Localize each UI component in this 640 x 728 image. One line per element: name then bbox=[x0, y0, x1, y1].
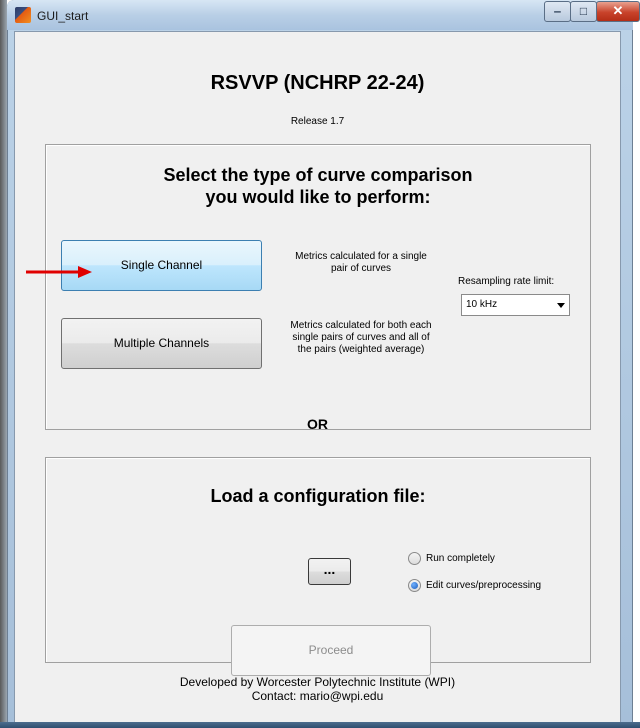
multiple-channels-button[interactable]: Multiple Channels bbox=[61, 318, 262, 369]
browse-button[interactable]: ... bbox=[308, 558, 351, 585]
radio-run-label: Run completely bbox=[426, 553, 495, 565]
comparison-heading-line2: you would like to perform: bbox=[205, 187, 431, 207]
resampling-rate-value: 10 kHz bbox=[466, 299, 498, 310]
resampling-rate-dropdown[interactable]: 10 kHz bbox=[461, 294, 570, 316]
resampling-rate-label: Resampling rate limit: bbox=[458, 276, 555, 287]
desktop-edge bbox=[0, 0, 7, 728]
proceed-button[interactable]: Proceed bbox=[231, 625, 431, 676]
release-label: Release 1.7 bbox=[290, 116, 345, 127]
app-title: RSVVP (NCHRP 22-24) bbox=[210, 72, 425, 94]
chevron-down-icon bbox=[557, 303, 565, 308]
single-desc-line2: pair of curves bbox=[330, 263, 392, 274]
config-heading: Load a configuration file: bbox=[210, 486, 426, 506]
taskbar-strip bbox=[0, 722, 640, 728]
radio-unselected-icon[interactable] bbox=[408, 552, 421, 565]
multiple-channels-description: Metrics calculated for both each single … bbox=[271, 320, 451, 356]
or-separator: OR bbox=[307, 416, 328, 432]
maximize-icon: □ bbox=[579, 4, 588, 18]
close-button[interactable]: ✕ bbox=[596, 1, 640, 22]
maximize-button[interactable]: □ bbox=[570, 1, 597, 22]
multi-desc-line1: Metrics calculated for both each bbox=[290, 320, 432, 331]
multi-desc-line2: single pairs of curves and all of bbox=[292, 332, 430, 343]
multi-desc-line3: the pairs (weighted average) bbox=[297, 344, 425, 355]
radio-run-completely[interactable]: Run completely bbox=[408, 552, 495, 565]
minimize-button[interactable]: ‒ bbox=[544, 1, 571, 22]
radio-edit-curves[interactable]: Edit curves/preprocessing bbox=[408, 579, 541, 592]
config-panel: Load a configuration file: ... Run compl… bbox=[45, 457, 591, 676]
comparison-panel: Select the type of curve comparison you … bbox=[45, 144, 591, 430]
comparison-heading: Select the type of curve comparison you … bbox=[46, 164, 590, 208]
developer-credit: Developed by Worcester Polytechnic Insti… bbox=[179, 675, 456, 689]
minimize-icon: ‒ bbox=[554, 4, 561, 18]
radio-selected-icon[interactable] bbox=[408, 579, 421, 592]
radio-edit-label: Edit curves/preprocessing bbox=[426, 580, 542, 592]
comparison-heading-line1: Select the type of curve comparison bbox=[163, 165, 473, 185]
matlab-icon bbox=[15, 7, 31, 23]
window-title: GUI_start bbox=[37, 9, 89, 23]
red-arrow-icon bbox=[26, 266, 92, 278]
close-icon: ✕ bbox=[612, 3, 624, 18]
contact-info: Contact: mario@wpi.edu bbox=[251, 689, 384, 703]
title-bar[interactable]: GUI_start ‒ □ ✕ bbox=[7, 0, 640, 30]
window-client-area: RSVVP (NCHRP 22-24) Release 1.7 Select t… bbox=[14, 31, 621, 723]
single-desc-line1: Metrics calculated for a single bbox=[295, 251, 427, 262]
single-channel-description: Metrics calculated for a single pair of … bbox=[271, 251, 451, 275]
